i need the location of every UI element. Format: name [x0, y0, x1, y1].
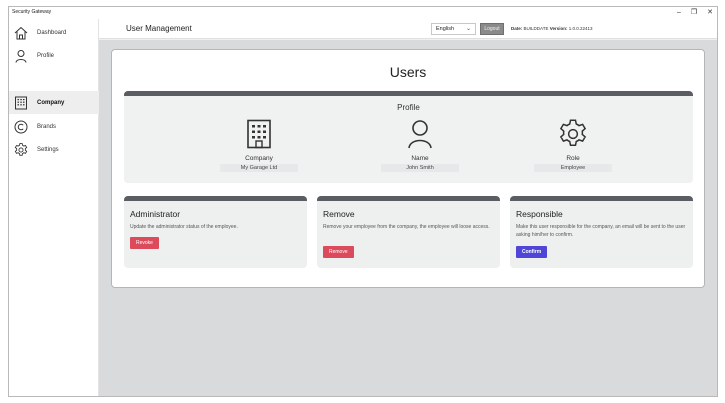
company-value: My Garage Ltd — [220, 164, 298, 172]
copyright-icon — [14, 120, 28, 134]
sidebar-item-settings[interactable]: Settings — [9, 138, 99, 161]
remove-button[interactable]: Remove — [323, 246, 354, 258]
date-value: BUILDDATE — [523, 26, 549, 31]
profile-title: Profile — [397, 103, 420, 112]
revoke-button[interactable]: Revoke — [130, 237, 159, 249]
name-label: Name — [411, 155, 429, 162]
sidebar-item-label: Brands — [37, 123, 57, 130]
maximize-button[interactable]: ❐ — [691, 8, 697, 17]
company-label: Company — [245, 155, 273, 162]
role-value: Employee — [534, 164, 612, 172]
remove-title: Remove — [323, 209, 355, 219]
remove-description: Remove your employee from the company, t… — [323, 224, 490, 230]
chevron-down-icon: ⌄ — [465, 26, 471, 32]
close-button[interactable]: ✕ — [707, 8, 713, 17]
home-icon — [14, 26, 28, 40]
profile-name: Name John Smith — [380, 117, 460, 172]
building-icon — [219, 117, 299, 151]
responsible-description: Make this user responsible for the compa… — [516, 224, 686, 238]
version-value: 1.0.0.22413 — [568, 26, 593, 31]
gear-icon — [533, 117, 613, 151]
sidebar-item-label: Dashboard — [37, 29, 67, 36]
responsible-title: Responsible — [516, 209, 563, 219]
language-select-value: English — [436, 26, 455, 32]
remove-panel: Remove Remove your employee from the com… — [317, 196, 500, 268]
name-value: John Smith — [381, 164, 459, 172]
administrator-title: Administrator — [130, 209, 181, 219]
responsible-panel: Responsible Make this user responsible f… — [510, 196, 693, 268]
window-title: Security Gateway — [12, 9, 52, 15]
administrator-panel: Administrator Update the administrator s… — [124, 196, 307, 268]
minimize-button[interactable]: – — [677, 8, 681, 17]
header-bar: User Management English ⌄ Logout Date: B… — [99, 19, 717, 39]
role-label: Role — [566, 155, 580, 162]
building-icon — [14, 96, 28, 110]
page-title: User Management — [126, 24, 192, 33]
profile-role: Role Employee — [533, 117, 613, 172]
app-window: Security Gateway – ❐ ✕ Dashboard Profile… — [8, 6, 718, 397]
person-icon — [14, 49, 28, 63]
users-card: Users Profile Company My Garage Ltd Name… — [111, 49, 705, 288]
sidebar: Dashboard Profile Company Brands Setting… — [9, 19, 99, 396]
logout-button[interactable]: Logout — [480, 23, 504, 35]
window-controls: – ❐ ✕ — [677, 8, 713, 17]
users-title: Users — [389, 64, 427, 80]
title-bar: Security Gateway – ❐ ✕ — [9, 7, 717, 19]
date-label: Date: — [511, 26, 523, 31]
gear-icon — [14, 142, 28, 157]
sidebar-item-label: Settings — [37, 146, 59, 153]
person-icon — [380, 117, 460, 151]
version-label: Version: — [549, 26, 568, 31]
sidebar-item-dashboard[interactable]: Dashboard — [9, 21, 99, 44]
profile-panel: Profile Company My Garage Ltd Name John … — [124, 91, 693, 183]
profile-company: Company My Garage Ltd — [219, 117, 299, 172]
language-select[interactable]: English ⌄ — [431, 23, 476, 35]
sidebar-item-company[interactable]: Company — [9, 91, 99, 114]
administrator-description: Update the administrator status of the e… — [130, 224, 238, 230]
sidebar-item-brands[interactable]: Brands — [9, 115, 99, 138]
sidebar-item-label: Company — [37, 99, 65, 106]
sidebar-item-profile[interactable]: Profile — [9, 44, 99, 67]
confirm-button[interactable]: Confirm — [516, 246, 548, 258]
main-content: Users Profile Company My Garage Ltd Name… — [99, 40, 717, 396]
sidebar-item-label: Profile — [37, 52, 55, 59]
build-info: Date: BUILDDATE Version: 1.0.0.22413 — [511, 26, 593, 31]
